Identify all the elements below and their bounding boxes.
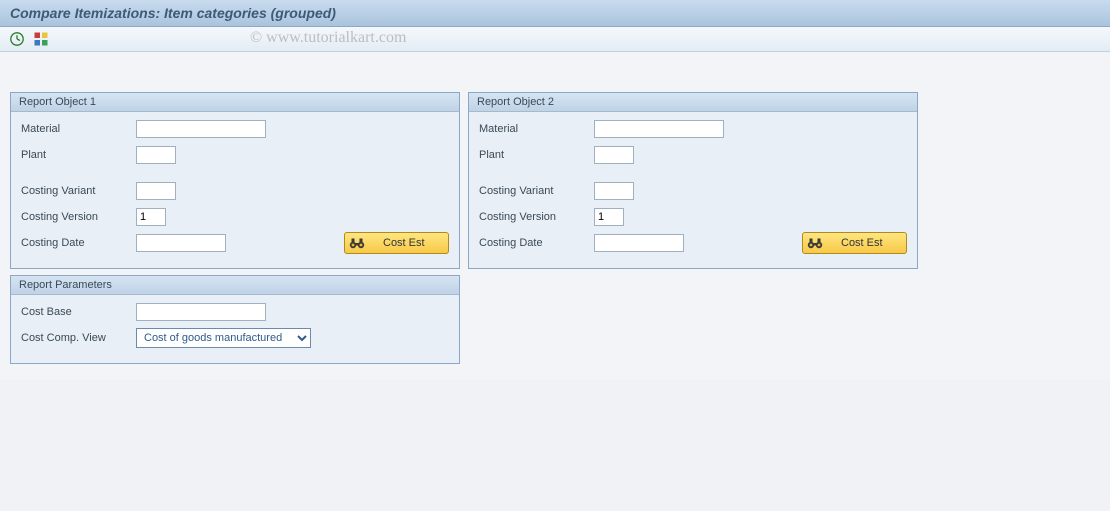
costing-date-input[interactable] [136,234,226,252]
costing-version-label: Costing Version [479,211,594,223]
cost-base-label: Cost Base [21,306,136,318]
panel-header: Report Object 1 [11,93,459,112]
selection-options-button[interactable] [32,30,50,48]
costing-date-label: Costing Date [479,237,594,249]
toolbar: © www.tutorialkart.com [0,27,1110,52]
plant-input[interactable] [594,146,634,164]
costing-version-label: Costing Version [21,211,136,223]
panel-report-object-1: Report Object 1 Material Plant Costing V… [10,92,460,269]
plant-label: Plant [21,149,136,161]
panel-report-parameters: Report Parameters Cost Base Cost Comp. V… [10,275,460,364]
cost-base-input[interactable] [136,303,266,321]
costing-date-input[interactable] [594,234,684,252]
content-area: Report Object 1 Material Plant Costing V… [0,52,1110,380]
watermark: © www.tutorialkart.com [250,29,406,47]
page-title: Compare Itemizations: Item categories (g… [10,5,336,21]
costing-version-input[interactable] [594,208,624,226]
material-label: Material [479,123,594,135]
cost-est-label: Cost Est [383,237,425,249]
panel-header: Report Object 2 [469,93,917,112]
costing-variant-input[interactable] [136,182,176,200]
cost-comp-view-label: Cost Comp. View [21,332,136,344]
costing-version-input[interactable] [136,208,166,226]
cost-est-button-2[interactable]: Cost Est [802,232,907,254]
cost-comp-view-select[interactable]: Cost of goods manufactured [136,328,311,348]
cost-est-button-1[interactable]: Cost Est [344,232,449,254]
costing-variant-input[interactable] [594,182,634,200]
material-label: Material [21,123,136,135]
clock-execute-icon [9,31,25,47]
plant-label: Plant [479,149,594,161]
cost-est-label: Cost Est [841,237,883,249]
binoculars-icon [349,236,365,250]
costing-variant-label: Costing Variant [479,185,594,197]
grid-colors-icon [33,31,49,47]
titlebar: Compare Itemizations: Item categories (g… [0,0,1110,27]
panel-report-object-2: Report Object 2 Material Plant Costing V… [468,92,918,269]
plant-input[interactable] [136,146,176,164]
material-input[interactable] [594,120,724,138]
costing-variant-label: Costing Variant [21,185,136,197]
panel-header: Report Parameters [11,276,459,295]
execute-button[interactable] [8,30,26,48]
material-input[interactable] [136,120,266,138]
costing-date-label: Costing Date [21,237,136,249]
binoculars-icon [807,236,823,250]
